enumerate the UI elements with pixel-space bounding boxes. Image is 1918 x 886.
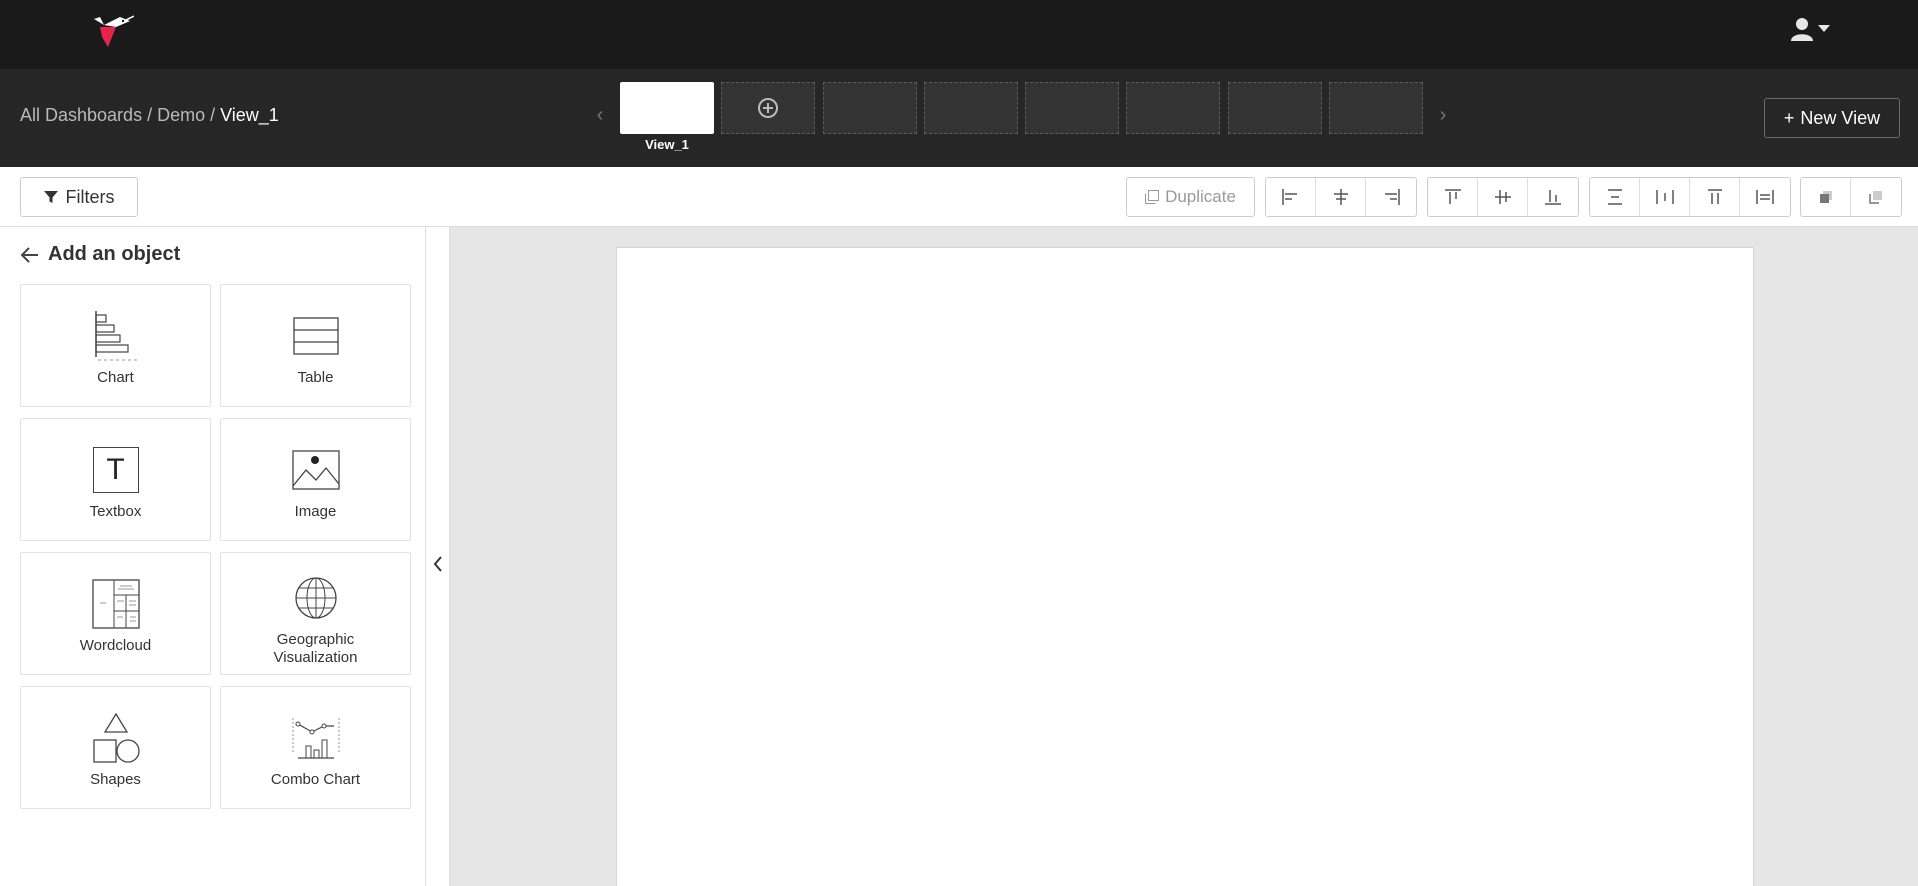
distribute-vertical-icon: [1607, 189, 1622, 205]
breadcrumb-dashboard[interactable]: Demo: [157, 105, 205, 125]
tile-label: Image: [294, 503, 337, 520]
view-slot-empty[interactable]: [924, 82, 1018, 134]
panel-title: Add an object: [48, 243, 181, 265]
align-middle-button[interactable]: [1478, 178, 1528, 216]
duplicate-button[interactable]: Duplicate: [1126, 177, 1255, 217]
table-icon: [292, 317, 339, 355]
distribute-horizontal-icon: [1655, 190, 1674, 204]
breadcrumb-separator: /: [210, 105, 216, 125]
vertical-align-group: [1427, 177, 1579, 217]
add-wordcloud-tile[interactable]: Wordcloud: [20, 552, 211, 675]
distribute-vertical-button[interactable]: [1590, 178, 1640, 216]
view-slot-empty[interactable]: [1126, 82, 1220, 134]
user-menu[interactable]: [1790, 14, 1838, 44]
canvas-area: [450, 227, 1918, 886]
chart-icon: [94, 311, 138, 361]
view-thumbnail-active[interactable]: [620, 82, 714, 134]
new-view-label: New View: [1800, 107, 1881, 128]
tile-label: Table: [297, 369, 334, 386]
views-next-arrow[interactable]: ›: [1433, 103, 1453, 127]
space-vertical-icon: [1707, 189, 1722, 204]
align-top-button[interactable]: [1428, 178, 1478, 216]
tile-label: Shapes: [90, 771, 141, 788]
tile-label: Geographic Visualization: [273, 631, 358, 666]
view-slot-empty[interactable]: [823, 82, 917, 134]
breadcrumb-separator: /: [147, 105, 153, 125]
view-slot-empty[interactable]: [1228, 82, 1322, 134]
shapes-icon: [92, 712, 140, 763]
tile-label: Chart: [97, 369, 134, 386]
send-backward-icon: [1869, 191, 1882, 204]
textbox-glyph: T: [106, 453, 125, 486]
tile-label: Wordcloud: [79, 637, 152, 654]
align-middle-icon: [1494, 190, 1511, 204]
views-prev-arrow[interactable]: ‹: [590, 103, 610, 127]
align-right-icon: [1385, 189, 1400, 205]
add-geographic-visualization-tile[interactable]: Geographic Visualization: [220, 552, 411, 675]
add-object-panel: Add an object Chart Table T Textbox Imag…: [0, 227, 426, 886]
add-shapes-tile[interactable]: Shapes: [20, 686, 211, 809]
align-center-horizontal-button[interactable]: [1316, 178, 1366, 216]
align-top-icon: [1444, 189, 1461, 204]
send-backward-button[interactable]: [1851, 178, 1901, 216]
add-view-slot[interactable]: [721, 82, 815, 134]
image-icon: [291, 450, 340, 490]
add-image-tile[interactable]: Image: [220, 418, 411, 541]
layer-order-group: [1800, 177, 1902, 217]
combo-chart-icon: [292, 718, 339, 759]
view-thumbnail-label: View_1: [645, 137, 689, 152]
filters-label: Filters: [65, 186, 115, 207]
filters-button[interactable]: Filters: [20, 177, 138, 217]
align-center-horizontal-icon: [1333, 189, 1348, 205]
tile-label: Textbox: [89, 503, 142, 520]
add-textbox-tile[interactable]: T Textbox: [20, 418, 211, 541]
space-vertical-button[interactable]: [1690, 178, 1740, 216]
duplicate-label: Duplicate: [1165, 187, 1236, 206]
duplicate-icon: [1145, 190, 1160, 204]
add-combo-chart-tile[interactable]: Combo Chart: [220, 686, 411, 809]
textbox-icon: T: [92, 447, 139, 493]
distribute-horizontal-button[interactable]: [1640, 178, 1690, 216]
plus-icon: +: [1783, 107, 1795, 128]
align-left-button[interactable]: [1266, 178, 1316, 216]
distribute-group: [1589, 177, 1791, 217]
add-table-tile[interactable]: Table: [220, 284, 411, 407]
filter-icon: [43, 191, 58, 203]
dashboard-canvas[interactable]: [616, 247, 1754, 886]
user-icon: [1791, 18, 1813, 41]
tile-label: Combo Chart: [270, 771, 361, 788]
panel-header: Add an object: [20, 243, 180, 266]
breadcrumb-current-view: View_1: [220, 105, 279, 125]
align-bottom-button[interactable]: [1528, 178, 1578, 216]
caret-down-icon: [1818, 25, 1830, 32]
wordcloud-icon: [91, 579, 140, 629]
new-view-button[interactable]: + New View: [1764, 98, 1900, 138]
view-slot-empty[interactable]: [1025, 82, 1119, 134]
back-arrow-icon[interactable]: [20, 246, 40, 264]
space-horizontal-button[interactable]: [1740, 178, 1790, 216]
add-chart-tile[interactable]: Chart: [20, 284, 211, 407]
bring-forward-icon: [1819, 191, 1832, 203]
view-slot-empty[interactable]: [1329, 82, 1423, 134]
align-right-button[interactable]: [1366, 178, 1416, 216]
top-bar: [0, 0, 1918, 69]
breadcrumb-all-dashboards[interactable]: All Dashboards: [20, 105, 142, 125]
view-bar: All Dashboards / Demo / View_1 ‹ View_1 › + …: [0, 69, 1918, 167]
horizontal-align-group: [1265, 177, 1417, 217]
chevron-left-icon: [433, 556, 442, 572]
breadcrumb: All Dashboards / Demo / View_1: [20, 105, 279, 126]
collapse-panel-button[interactable]: [430, 553, 446, 575]
hummingbird-logo[interactable]: [90, 13, 135, 49]
space-horizontal-icon: [1756, 190, 1774, 204]
panel-collapse-strip: [426, 227, 450, 886]
align-bottom-icon: [1545, 190, 1561, 205]
add-circle-icon: [758, 98, 778, 118]
align-left-icon: [1281, 189, 1297, 205]
toolbar: Filters Duplicate: [0, 167, 1918, 227]
globe-icon: [294, 577, 337, 619]
bring-forward-button[interactable]: [1801, 178, 1851, 216]
